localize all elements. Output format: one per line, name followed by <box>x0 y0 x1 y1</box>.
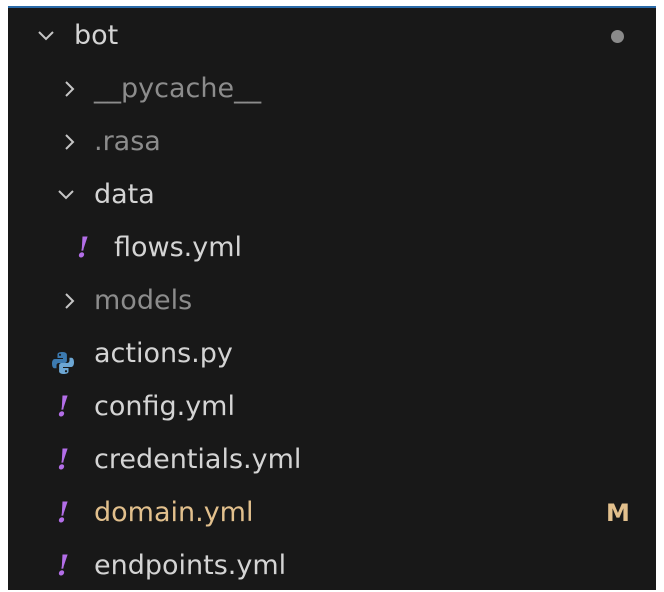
file-domain-yml[interactable]: ! domain.yml M <box>8 487 656 539</box>
chevron-down-icon <box>34 10 58 62</box>
chevron-right-icon <box>58 116 82 168</box>
python-icon <box>50 342 76 374</box>
file-label: credentials.yml <box>94 444 302 475</box>
chevron-right-icon <box>58 63 82 115</box>
folder-bot[interactable]: bot <box>8 10 656 62</box>
chevron-right-icon <box>58 275 82 327</box>
yaml-exclamation-icon: ! <box>56 390 70 423</box>
file-endpoints-yml[interactable]: ! endpoints.yml <box>8 540 656 592</box>
yaml-exclamation-icon: ! <box>56 549 70 582</box>
chevron-down-icon <box>54 169 78 221</box>
folder-label: data <box>94 179 155 210</box>
file-credentials-yml[interactable]: ! credentials.yml <box>8 434 656 486</box>
file-label: domain.yml <box>94 497 254 528</box>
folder-models[interactable]: models <box>8 275 656 327</box>
folder-rasa[interactable]: .rasa <box>8 116 656 168</box>
file-label: endpoints.yml <box>94 550 287 581</box>
file-label: flows.yml <box>114 232 243 263</box>
folder-label: bot <box>74 20 119 51</box>
folder-label: models <box>94 285 193 316</box>
git-modified-badge: M <box>606 499 630 527</box>
yaml-exclamation-icon: ! <box>76 231 90 264</box>
file-label: config.yml <box>94 391 235 422</box>
folder-data[interactable]: data <box>8 169 656 221</box>
folder-label: __pycache__ <box>94 73 262 104</box>
file-label: actions.py <box>94 338 233 369</box>
modified-dot-icon <box>611 30 624 43</box>
folder-pycache[interactable]: __pycache__ <box>8 63 656 115</box>
file-explorer: bot __pycache__ .rasa data ! flows.yml m… <box>8 6 656 590</box>
yaml-exclamation-icon: ! <box>56 496 70 529</box>
yaml-exclamation-icon: ! <box>56 443 70 476</box>
file-config-yml[interactable]: ! config.yml <box>8 381 656 433</box>
folder-label: .rasa <box>94 126 161 157</box>
file-flows-yml[interactable]: ! flows.yml <box>8 222 656 274</box>
file-actions-py[interactable]: actions.py <box>8 328 656 380</box>
